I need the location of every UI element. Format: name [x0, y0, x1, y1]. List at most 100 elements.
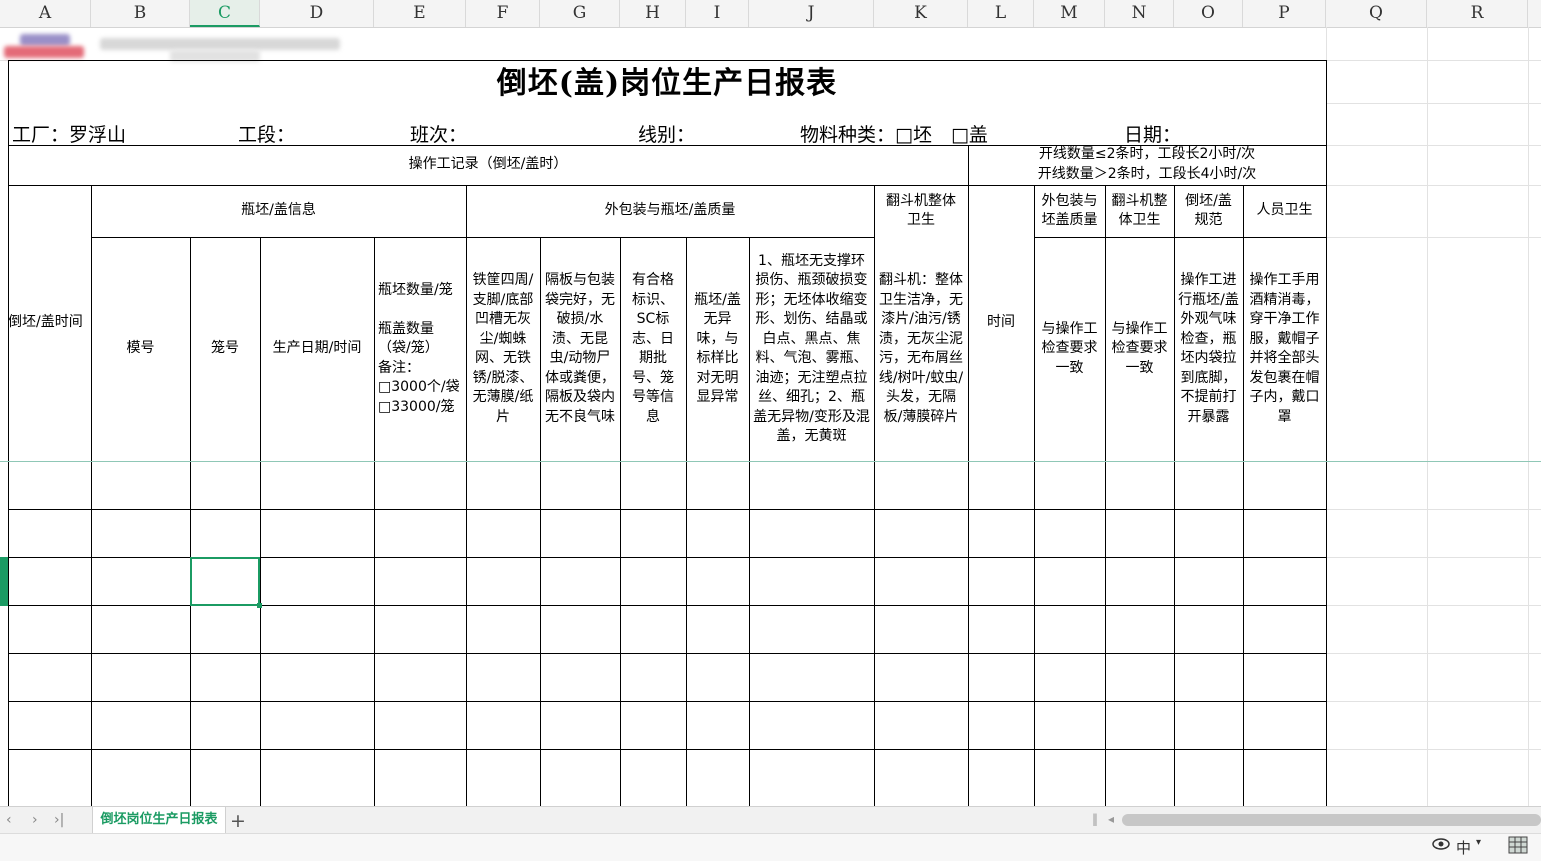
bottle-info-header: 瓶坯/盖信息: [241, 202, 316, 219]
gridline: [1326, 237, 1541, 238]
pour-standard-header: 倒坯/盖规范: [1185, 192, 1232, 229]
column-header-g[interactable]: G: [540, 0, 620, 27]
gridline: [1528, 27, 1529, 806]
section-label: 工段：: [238, 124, 296, 146]
column-header-r[interactable]: R: [1427, 0, 1528, 27]
gridline: [1326, 185, 1541, 186]
label-check-header: 有合格标识、SC标志、日期批号、笼号等信息: [632, 272, 674, 425]
date-label: 日期：: [1124, 124, 1182, 146]
selected-cell-C8[interactable]: [190, 557, 262, 608]
row-selection-marker: [0, 557, 8, 606]
table-border: [620, 237, 621, 806]
flip-machine-check-header-2: 与操作工检查要求一致: [1111, 320, 1168, 376]
gridline: [1326, 701, 1541, 702]
material-type-label: 物料种类：□坯 □盖: [800, 124, 988, 146]
add-sheet-button[interactable]: +: [230, 810, 246, 832]
column-header-l[interactable]: L: [968, 0, 1034, 27]
gridline: [1326, 509, 1541, 510]
defect-check-header: 1、瓶坯无支撑环损伤、瓶颈破损变形；无坯体收缩变形、划伤、结晶或白点、黑点、焦料…: [753, 252, 870, 445]
split-handle-icon[interactable]: ‖: [1092, 812, 1098, 826]
cage-no-header: 笼号: [211, 340, 239, 357]
leader-note-1: 开线数量≤2条时，工段长2小时/次: [1038, 146, 1256, 163]
table-border: [91, 237, 874, 238]
table-border: [1326, 60, 1327, 806]
pour-standard-check-header: 操作工进行瓶坯/盖外观气味检查，瓶坯内袋拉到底脚，不提前打开暴露: [1178, 272, 1239, 425]
partition-bag-check-header: 隔板与包装袋完好，无破损/水渍、无昆虫/动物尸体或粪便，隔板及袋内无不良气味: [545, 272, 615, 425]
outer-pack-quality-header: 外包装与坯盖质量: [1041, 192, 1098, 229]
iron-frame-check-header: 铁筐四周/支脚/底部凹槽无灰尘/蜘蛛网、无铁锈/脱漆、无薄膜/纸片: [472, 272, 534, 425]
flip-machine-hygiene-header: 翻斗机整体卫生: [886, 192, 956, 229]
table-border: [1105, 185, 1106, 806]
table-border: [8, 701, 1327, 702]
column-header-a[interactable]: A: [0, 0, 91, 27]
ime-indicator[interactable]: 中: [1456, 837, 1471, 858]
mold-no-header: 模号: [126, 340, 155, 357]
report-title: 倒坯(盖)岗位生产日报表: [496, 66, 838, 101]
eye-icon[interactable]: [1432, 837, 1450, 855]
table-border: [8, 145, 1327, 146]
horizontal-scrollbar[interactable]: [1122, 814, 1541, 826]
personal-hygiene-check-header: 操作工手用酒精消毒，穿干净工作服，戴帽子并将全部头发包裹在帽子内，戴口罩: [1249, 272, 1320, 425]
table-border: [8, 185, 1327, 186]
sheet-tab-bar: ‹ › ›| 倒坯岗位生产日报表 + ‖ ◂: [0, 806, 1541, 834]
table-border: [874, 185, 875, 806]
column-header-f[interactable]: F: [466, 0, 540, 27]
shift-label: 班次：: [410, 124, 468, 146]
table-border: [374, 237, 375, 806]
ime-dropdown-icon[interactable]: ▾: [1476, 837, 1481, 848]
gridline: [1427, 27, 1428, 806]
gridline: [1326, 749, 1541, 750]
time-header: 时间: [987, 314, 1015, 331]
freeze-pane-line: [0, 461, 1541, 462]
gridline: [1326, 103, 1541, 104]
column-header-j[interactable]: J: [749, 0, 874, 27]
table-border: [8, 653, 1327, 654]
flip-machine-hygiene-header-2: 翻斗机整体卫生: [1111, 192, 1168, 229]
table-border: [190, 237, 191, 806]
table-border: [749, 237, 750, 806]
column-header-b[interactable]: B: [91, 0, 190, 27]
quantity-header: 瓶坯数量/笼 瓶盖数量（袋/笼） 备注： □3000个/袋 □33000/笼: [378, 281, 460, 415]
column-header-i[interactable]: I: [686, 0, 749, 27]
table-border: [540, 237, 541, 806]
table-border: [8, 509, 1327, 510]
gridline: [1326, 145, 1541, 146]
personal-hygiene-header: 人员卫生: [1256, 202, 1313, 219]
table-border: [1034, 237, 1327, 238]
column-header-h[interactable]: H: [620, 0, 686, 27]
column-header-p[interactable]: P: [1243, 0, 1326, 27]
fill-handle[interactable]: [257, 603, 262, 608]
table-border: [8, 60, 1327, 61]
column-header-bar: ABCDEFGHIJKLMNOPQR: [0, 0, 1541, 28]
scroll-left-icon[interactable]: ◂: [1108, 812, 1114, 826]
last-sheet-button[interactable]: ›|: [54, 812, 64, 828]
column-header-c[interactable]: C: [190, 0, 260, 27]
prev-sheet-button[interactable]: ‹: [6, 812, 12, 828]
leader-note-2: 开线数量＞2条时，工段长4小时/次: [1037, 166, 1257, 183]
odor-check-header: 瓶坯/盖无异味，与标样比对无明显异常: [694, 291, 741, 406]
table-border: [1243, 185, 1244, 806]
column-header-o[interactable]: O: [1174, 0, 1243, 27]
table-border: [466, 185, 467, 806]
gridline: [1326, 653, 1541, 654]
column-header-n[interactable]: N: [1105, 0, 1174, 27]
table-border: [8, 60, 9, 806]
column-header-d[interactable]: D: [260, 0, 374, 27]
column-header-q[interactable]: Q: [1326, 0, 1427, 27]
column-header-e[interactable]: E: [374, 0, 466, 27]
table-border: [1034, 185, 1035, 806]
table-border: [260, 237, 261, 806]
status-bar: 中 ▾: [0, 833, 1541, 861]
factory-label: 工厂：罗浮山: [12, 124, 127, 146]
table-border: [968, 145, 969, 806]
column-header-k[interactable]: K: [874, 0, 968, 27]
flip-machine-check-header: 翻斗机：整体卫生洁净，无漆片/油污/锈渍，无灰尘泥污，无布屑丝线/树叶/蚊虫/头…: [878, 272, 964, 425]
pour-time-header: 倒坯/盖时间: [8, 314, 83, 331]
line-label: 线别：: [638, 124, 696, 146]
sheet-tab-report[interactable]: 倒坯岗位生产日报表: [92, 807, 226, 834]
column-header-m[interactable]: M: [1034, 0, 1105, 27]
grid-view-icon[interactable]: [1508, 836, 1528, 858]
gridline: [1326, 605, 1541, 606]
package-quality-header: 外包装与瓶坯/盖质量: [604, 202, 736, 219]
next-sheet-button[interactable]: ›: [32, 812, 38, 828]
